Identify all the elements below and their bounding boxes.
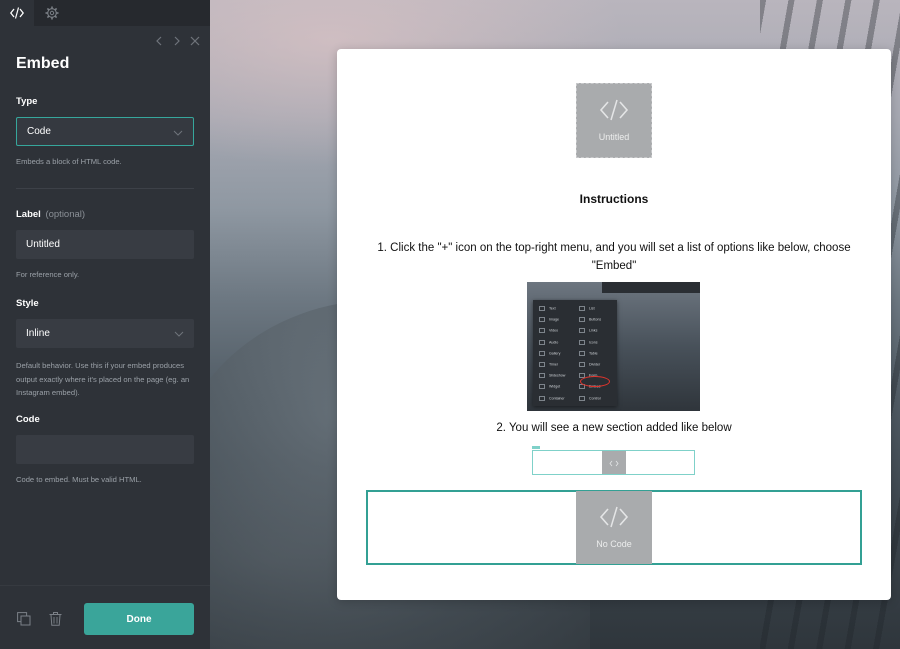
screenshot-menu-item: Video — [539, 328, 558, 333]
type-select[interactable]: Code — [16, 117, 194, 146]
screenshot-menu-item: Buttons — [579, 317, 601, 322]
label-label-text: Label — [16, 209, 41, 220]
screenshot-menu-item: Text — [539, 306, 556, 311]
screenshot-menu-item: Image — [539, 317, 559, 322]
panel-title: Embed — [16, 55, 70, 72]
chevron-right-icon[interactable] — [170, 34, 184, 48]
embed-placeholder-top[interactable]: Untitled — [576, 83, 652, 158]
preview-card: Untitled Instructions 1. Click the "+" i… — [337, 49, 891, 600]
type-help: Embeds a block of HTML code. — [16, 157, 122, 166]
type-label: Type — [16, 96, 38, 107]
close-icon[interactable] — [188, 34, 202, 48]
screenshot-menu-item: Gallery — [539, 351, 560, 356]
tab-settings[interactable] — [35, 0, 69, 26]
instructions-title: Instructions — [579, 192, 649, 206]
code-icon — [609, 454, 619, 472]
label-input[interactable]: Untitled — [16, 230, 194, 259]
mini-section-illustration — [532, 450, 695, 475]
optional-hint: (optional) — [45, 209, 86, 220]
code-help: Code to embed. Must be valid HTML. — [16, 475, 142, 484]
properties-panel: Embed Type Code Embeds a block of HTML c… — [0, 0, 210, 649]
screenshot-menu-item: List — [579, 306, 595, 311]
divider — [16, 188, 194, 189]
screenshot-menu-item: Container — [539, 396, 565, 401]
code-icon — [10, 7, 24, 19]
chevron-left-icon[interactable] — [152, 34, 166, 48]
screenshot-menu-item: Slideshow — [539, 373, 565, 378]
screenshot-add-menu: Text List Image Buttons Video Links Audio Icons… — [533, 300, 617, 406]
style-select-value: Inline — [26, 328, 50, 339]
label-help: For reference only. — [16, 270, 80, 279]
screenshot-menu-item: Links — [579, 328, 597, 333]
embed-highlight-ring — [580, 376, 610, 387]
code-icon — [599, 506, 629, 533]
screenshot-menu-item: Audio — [539, 340, 558, 345]
embed-placeholder-label: Untitled — [598, 132, 630, 142]
screenshot-toolbar — [602, 282, 700, 293]
label-label: Label (optional) — [16, 209, 85, 220]
embed-section[interactable]: No Code — [366, 490, 862, 565]
menu-screenshot: Text List Image Buttons Video Links Audio Icons… — [527, 282, 700, 411]
tab-code[interactable] — [0, 0, 34, 26]
chevron-down-icon — [174, 329, 184, 340]
code-icon — [599, 99, 629, 126]
code-label: Code — [16, 414, 40, 425]
embed-placeholder-bottom[interactable]: No Code — [576, 491, 652, 564]
screenshot-menu-item: Timer — [539, 362, 558, 367]
trash-icon[interactable] — [49, 612, 63, 626]
panel-nav — [152, 34, 202, 48]
label-input-value: Untitled — [26, 239, 60, 250]
chevron-down-icon — [173, 128, 183, 139]
screenshot-menu-item: Divider — [579, 362, 600, 367]
mini-embed-thumb — [602, 451, 626, 474]
code-input[interactable] — [16, 435, 194, 464]
done-button[interactable]: Done — [84, 603, 194, 635]
style-select[interactable]: Inline — [16, 319, 194, 348]
no-code-label: No Code — [596, 539, 632, 549]
screenshot-menu-item: Table — [579, 351, 598, 356]
instruction-step-1: 1. Click the "+" icon on the top-right m… — [377, 242, 851, 272]
screenshot-menu-item: Control — [579, 396, 601, 401]
instruction-step-2: 2. You will see a new section added like… — [496, 422, 732, 434]
mini-section-tag — [532, 446, 540, 449]
screenshot-menu-item: Widget — [539, 384, 560, 389]
gear-icon — [45, 6, 59, 20]
type-select-value: Code — [27, 126, 51, 137]
style-label: Style — [16, 298, 39, 309]
duplicate-icon[interactable] — [17, 612, 31, 626]
panel-tabs — [0, 0, 210, 26]
panel-footer: Done — [0, 585, 210, 649]
screenshot-menu-item: Icons — [579, 340, 598, 345]
style-help: Default behavior. Use this if your embed… — [16, 361, 190, 397]
